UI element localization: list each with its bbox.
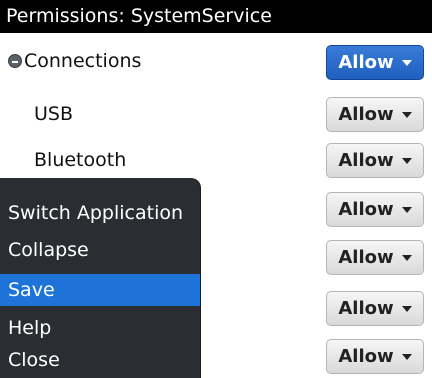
chevron-down-icon	[401, 59, 412, 66]
section-label-connections: Connections	[24, 50, 142, 72]
dropdown-value: Allow	[338, 346, 394, 367]
permission-dropdown-7[interactable]: Allow	[326, 339, 424, 374]
chevron-down-icon	[401, 111, 412, 118]
dropdown-value: Allow	[338, 247, 394, 268]
menu-item-collapse[interactable]: Collapse	[0, 234, 200, 266]
menu-item-switch-application[interactable]: Switch Application	[0, 197, 200, 229]
connections-permission-dropdown[interactable]: Allow	[326, 45, 424, 80]
row-label-usb: USB	[34, 103, 74, 125]
menu-item-close[interactable]: Close	[0, 344, 200, 376]
dropdown-value: Allow	[338, 150, 394, 171]
dropdown-value: Allow	[338, 52, 394, 73]
row-label-bluetooth: Bluetooth	[34, 149, 127, 171]
chevron-down-icon	[401, 157, 412, 164]
dropdown-value: Allow	[338, 199, 394, 220]
collapse-icon[interactable]	[8, 54, 22, 68]
window-title: Permissions: SystemService	[0, 0, 432, 33]
bluetooth-permission-dropdown[interactable]: Allow	[326, 143, 424, 178]
permission-dropdown-6[interactable]: Allow	[326, 291, 424, 326]
permission-dropdown-4[interactable]: Allow	[326, 192, 424, 227]
dropdown-value: Allow	[338, 104, 394, 125]
context-menu: Switch Application Collapse Save Help Cl…	[0, 178, 200, 378]
chevron-down-icon	[401, 206, 412, 213]
chevron-down-icon	[401, 305, 412, 312]
permission-dropdown-5[interactable]: Allow	[326, 240, 424, 275]
chevron-down-icon	[401, 353, 412, 360]
menu-item-help[interactable]: Help	[0, 312, 200, 344]
dropdown-value: Allow	[338, 298, 394, 319]
chevron-down-icon	[401, 254, 412, 261]
menu-item-save[interactable]: Save	[0, 274, 200, 306]
usb-permission-dropdown[interactable]: Allow	[326, 97, 424, 132]
